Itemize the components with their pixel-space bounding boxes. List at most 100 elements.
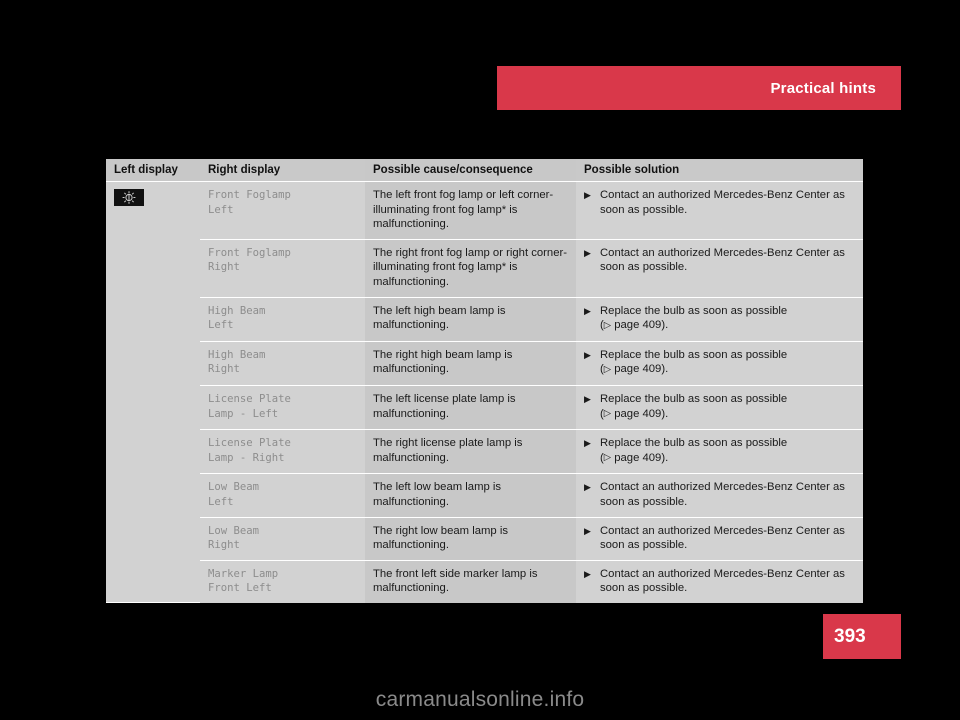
table-row: Front Foglamp Right The right front fog l…: [106, 239, 863, 298]
solution-text: Replace the bulb as soon as possible: [600, 304, 788, 317]
table-row: High Beam Right The right high beam lamp …: [106, 341, 863, 386]
cell-solution: ▶ Contact an authorized Mercedes-Benz Cen…: [576, 473, 863, 518]
right-display-text: Front Foglamp Right: [208, 246, 291, 274]
solution-bullet-row: ▶ Replace the bulb as soon as possible (▷ …: [584, 392, 855, 422]
solution-bullet-row: ▶ Replace the bulb as soon as possible (▷ …: [584, 436, 855, 466]
hints-table: Left display Right display Possible caus…: [106, 159, 863, 604]
table-body: Front Foglamp Left The left front fog lam…: [106, 181, 863, 604]
solution-bullet-row: ▶ Contact an authorized Mercedes-Benz Cen…: [584, 480, 855, 509]
right-display-text: Front Foglamp Left: [208, 189, 291, 216]
cell-cause: The right high beam lamp is malfunctioni…: [365, 341, 576, 386]
page-number-badge: 393: [823, 614, 901, 659]
page-reference-link[interactable]: page 409).: [614, 452, 668, 464]
solution-bullet-row: ▶ Replace the bulb as soon as possible (▷ …: [584, 304, 855, 334]
practical-hints-header-bar: Practical hints: [497, 66, 901, 110]
column-header-left-display: Left display: [106, 159, 200, 182]
table-row: Low Beam Right The right low beam lamp is…: [106, 517, 863, 561]
solution-text-wrap: Contact an authorized Mercedes-Benz Cent…: [600, 524, 855, 553]
cell-solution: ▶ Replace the bulb as soon as possible (▷ …: [576, 297, 863, 342]
solution-text: Replace the bulb as soon as possible: [600, 392, 788, 405]
cell-right-display: Marker Lamp Front Left: [200, 560, 365, 603]
page-reference-link[interactable]: page 409).: [614, 363, 668, 375]
solution-bullet-row: ▶ Contact an authorized Mercedes-Benz Cen…: [584, 567, 855, 596]
page-reference-arrow-icon: ▷: [603, 408, 612, 420]
cell-solution: ▶ Replace the bulb as soon as possible (▷ …: [576, 341, 863, 386]
page-title: Practical hints: [770, 79, 876, 97]
solution-text: Contact an authorized Mercedes-Benz Cent…: [600, 481, 845, 508]
cause-text: The left high beam lamp is malfunctionin…: [373, 304, 506, 332]
cause-text: The left license plate lamp is malfuncti…: [373, 392, 516, 420]
cause-text: The right front fog lamp or right corner…: [373, 246, 568, 288]
solution-bullet-row: ▶ Contact an authorized Mercedes-Benz Cen…: [584, 524, 855, 553]
cell-cause: The front left side marker lamp is malfu…: [365, 560, 576, 603]
solution-text: Contact an authorized Mercedes-Benz Cent…: [600, 524, 845, 552]
page-reference-arrow-icon: ▷: [603, 319, 612, 331]
cell-right-display: Front Foglamp Left: [200, 181, 365, 240]
bullet-triangle-icon: ▶: [584, 349, 591, 360]
solution-text: Contact an authorized Mercedes-Benz Cent…: [600, 246, 845, 274]
solution-text-wrap: Replace the bulb as soon as possible (▷ p…: [600, 436, 855, 466]
right-display-text: License Plate Lamp - Right: [208, 437, 291, 464]
cell-cause: The right license plate lamp is malfunct…: [365, 429, 576, 475]
watermark-text: carmanualsonline.info: [375, 688, 585, 711]
page-reference-arrow-icon: ▷: [603, 363, 612, 375]
right-display-text: Marker Lamp Front Left: [208, 567, 279, 595]
column-header-cause: Possible cause/consequence: [365, 159, 576, 182]
table-header: Left display Right display Possible caus…: [106, 159, 863, 182]
bullet-triangle-icon: ▶: [584, 190, 591, 200]
bullet-triangle-icon: ▶: [584, 393, 591, 404]
cell-right-display: License Plate Lamp - Right: [200, 429, 365, 475]
cause-text: The right low beam lamp is malfunctionin…: [373, 524, 508, 552]
cell-right-display: Front Foglamp Right: [200, 239, 365, 298]
cell-left-display: [106, 181, 200, 604]
right-display-text: License Plate Lamp - Left: [208, 392, 291, 420]
cell-cause: The left low beam lamp is malfunctioning…: [365, 473, 576, 518]
cause-text: The front left side marker lamp is malfu…: [373, 567, 538, 595]
cause-text: The left front fog lamp or left corner-i…: [373, 189, 554, 231]
solution-bullet-row: ▶ Contact an authorized Mercedes-Benz Cen…: [584, 246, 855, 275]
cell-solution: ▶ Contact an authorized Mercedes-Benz Cen…: [576, 517, 863, 561]
solution-text: Contact an authorized Mercedes-Benz Cent…: [600, 567, 845, 595]
page-reference-arrow-icon: ▷: [603, 452, 612, 464]
table-row: License Plate Lamp - Right The right lice…: [106, 429, 863, 475]
table-row: License Plate Lamp - Left The left licens…: [106, 385, 863, 431]
solution-text-wrap: Contact an authorized Mercedes-Benz Cent…: [600, 567, 855, 596]
table-row: Low Beam Left The left low beam lamp is m…: [106, 473, 863, 518]
bullet-triangle-icon: ▶: [584, 525, 591, 536]
solution-text-wrap: Replace the bulb as soon as possible (▷ p…: [600, 304, 855, 334]
cause-text: The left low beam lamp is malfunctioning…: [373, 481, 502, 508]
cell-solution: ▶ Replace the bulb as soon as possible (▷ …: [576, 385, 863, 431]
right-display-text: Low Beam Right: [208, 524, 260, 552]
right-display-text: High Beam Right: [208, 348, 266, 376]
fog-lamp-warning-icon: [114, 189, 144, 206]
cell-cause: The right front fog lamp or right corner…: [365, 239, 576, 298]
cell-right-display: License Plate Lamp - Left: [200, 385, 365, 431]
cell-right-display: Low Beam Right: [200, 517, 365, 561]
solution-text-wrap: Replace the bulb as soon as possible (▷ p…: [600, 392, 855, 422]
cell-right-display: High Beam Left: [200, 297, 365, 342]
column-header-solution: Possible solution: [576, 159, 863, 182]
solution-bullet-row: ▶ Contact an authorized Mercedes-Benz Cen…: [584, 188, 855, 217]
page-reference-link[interactable]: page 409).: [614, 408, 668, 420]
bullet-triangle-icon: ▶: [584, 247, 591, 258]
solution-text-wrap: Contact an authorized Mercedes-Benz Cent…: [600, 246, 855, 275]
page-reference-link[interactable]: page 409).: [614, 319, 668, 331]
right-display-text: High Beam Left: [208, 304, 266, 332]
cause-text: The right high beam lamp is malfunctioni…: [373, 348, 513, 376]
bullet-triangle-icon: ▶: [584, 568, 591, 579]
table-row: High Beam Left The left high beam lamp is…: [106, 297, 863, 342]
cell-cause: The right low beam lamp is malfunctionin…: [365, 517, 576, 561]
cell-solution: ▶ Replace the bulb as soon as possible (▷ …: [576, 429, 863, 475]
bullet-triangle-icon: ▶: [584, 438, 591, 449]
warning-lamp-table: Left display Right display Possible caus…: [106, 159, 863, 604]
cell-right-display: High Beam Right: [200, 341, 365, 386]
table-row: Front Foglamp Left The left front fog lam…: [106, 181, 863, 604]
cell-solution: ▶ Contact an authorized Mercedes-Benz Cen…: [576, 239, 863, 298]
table-row: Marker Lamp Front Left The front left sid…: [106, 560, 863, 603]
cell-cause: The left high beam lamp is malfunctionin…: [365, 297, 576, 342]
right-display-text: Low Beam Left: [208, 481, 260, 508]
solution-bullet-row: ▶ Replace the bulb as soon as possible (▷ …: [584, 348, 855, 378]
solution-text: Contact an authorized Mercedes-Benz Cent…: [600, 189, 845, 216]
solution-text-wrap: Contact an authorized Mercedes-Benz Cent…: [600, 188, 855, 217]
bullet-triangle-icon: ▶: [584, 482, 591, 493]
